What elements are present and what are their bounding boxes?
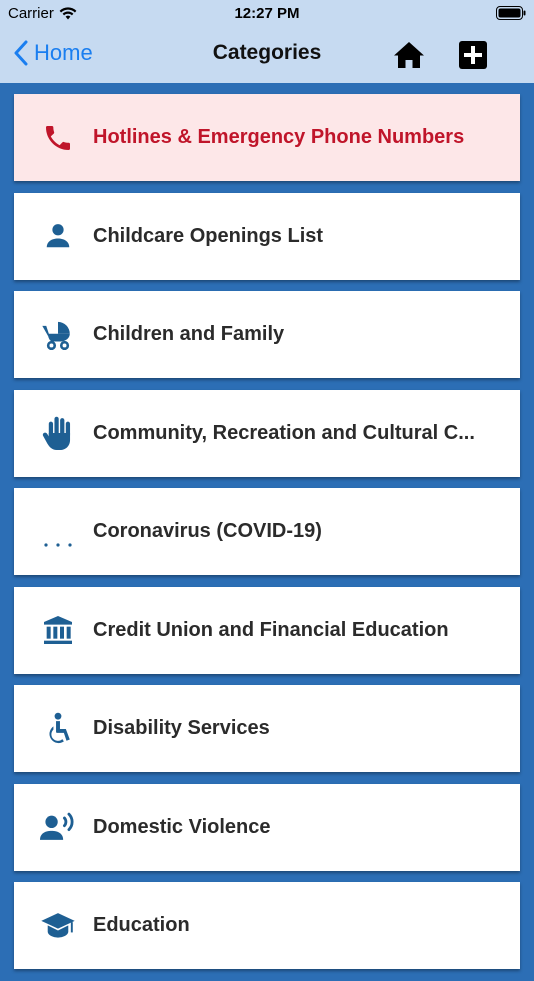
category-label: Children and Family xyxy=(93,323,285,345)
category-label: Hotlines & Emergency Phone Numbers xyxy=(93,126,465,148)
back-button-label: Home xyxy=(34,40,93,65)
hand-icon xyxy=(40,415,76,451)
category-label: Community, Recreation and Cultural C... xyxy=(93,421,475,444)
category-label: Coronavirus (COVID-19) xyxy=(93,520,322,542)
home-icon[interactable] xyxy=(393,40,425,70)
status-bar: Carrier 12:27 PM xyxy=(0,0,534,28)
phone-icon xyxy=(40,120,76,156)
chevron-left-icon xyxy=(14,40,28,66)
category-item-credit-union[interactable]: Credit Union and Financial Education xyxy=(14,586,520,674)
category-item-hotlines[interactable]: Hotlines & Emergency Phone Numbers xyxy=(14,94,520,181)
category-label: Education xyxy=(93,914,190,936)
bank-icon xyxy=(40,612,76,648)
category-label: Childcare Openings List xyxy=(93,224,324,247)
category-list: Hotlines & Emergency Phone Numbers Child… xyxy=(14,94,520,981)
voice-icon xyxy=(40,809,76,845)
battery-icon xyxy=(496,6,526,20)
category-item-disability[interactable]: Disability Services xyxy=(14,685,520,772)
category-label: Domestic Violence xyxy=(93,815,271,838)
accessibility-icon xyxy=(40,711,76,747)
category-item-coronavirus[interactable]: Coronavirus (COVID-19) xyxy=(14,488,520,575)
category-item-children-family[interactable]: Children and Family xyxy=(14,291,520,378)
status-time: 12:27 PM xyxy=(234,5,300,22)
person-icon xyxy=(40,218,76,254)
top-bar: Carrier 12:27 PM Home Categories xyxy=(0,0,534,83)
category-item-childcare[interactable]: Childcare Openings List xyxy=(14,192,520,280)
stroller-icon xyxy=(40,317,76,353)
category-label: Disability Services xyxy=(93,717,270,739)
graduation-cap-icon xyxy=(40,908,76,944)
category-item-domestic-violence[interactable]: Domestic Violence xyxy=(14,783,520,871)
category-label: Credit Union and Financial Education xyxy=(93,618,449,641)
category-item-community[interactable]: Community, Recreation and Cultural C... xyxy=(14,389,520,477)
category-item-education[interactable]: Education xyxy=(14,882,520,969)
ellipsis-icon xyxy=(40,514,76,550)
add-icon[interactable] xyxy=(458,40,488,70)
navigation-bar: Home Categories xyxy=(0,28,534,83)
back-button[interactable]: Home xyxy=(14,40,93,66)
